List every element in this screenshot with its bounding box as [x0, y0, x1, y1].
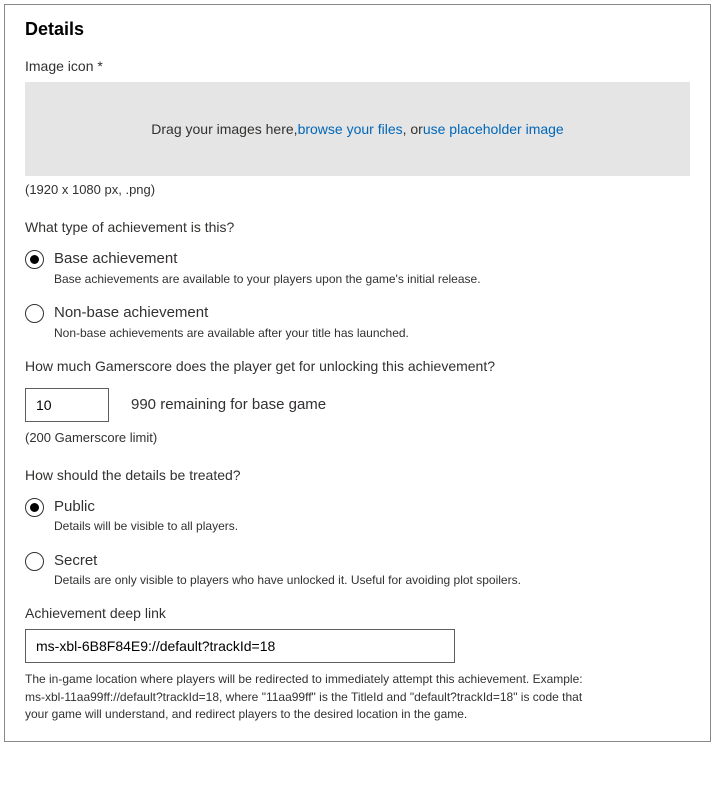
- image-dropzone[interactable]: Drag your images here, browse your files…: [25, 82, 690, 176]
- gamerscore-input[interactable]: [25, 388, 109, 422]
- dropzone-text-middle: , or: [403, 121, 423, 137]
- image-size-hint: (1920 x 1080 px, .png): [25, 182, 690, 197]
- radio-nonbase-desc: Non-base achievements are available afte…: [54, 325, 574, 342]
- radio-base-achievement-row: Base achievement Base achievements are a…: [25, 249, 690, 287]
- image-icon-label: Image icon *: [25, 58, 690, 74]
- deeplink-input[interactable]: [25, 629, 455, 663]
- details-panel: Details Image icon * Drag your images he…: [4, 4, 711, 742]
- radio-public-desc: Details will be visible to all players.: [54, 518, 574, 535]
- radio-secret-row: Secret Details are only visible to playe…: [25, 551, 690, 589]
- radio-base-desc: Base achievements are available to your …: [54, 271, 574, 288]
- browse-files-link[interactable]: browse your files: [298, 121, 403, 137]
- radio-public-row: Public Details will be visible to all pl…: [25, 497, 690, 535]
- radio-public-content: Public Details will be visible to all pl…: [54, 497, 690, 535]
- deeplink-description: The in-game location where players will …: [25, 671, 585, 723]
- gamerscore-remaining: 990 remaining for base game: [131, 396, 326, 413]
- radio-public[interactable]: [25, 498, 44, 517]
- gamerscore-limit: (200 Gamerscore limit): [25, 430, 690, 445]
- visibility-question: How should the details be treated?: [25, 467, 690, 483]
- radio-base-achievement[interactable]: [25, 250, 44, 269]
- gamerscore-row: 990 remaining for base game: [25, 388, 690, 422]
- radio-secret[interactable]: [25, 552, 44, 571]
- dropzone-text-prefix: Drag your images here,: [151, 121, 297, 137]
- radio-base-label: Base achievement: [54, 249, 690, 269]
- deeplink-label: Achievement deep link: [25, 605, 690, 621]
- radio-secret-desc: Details are only visible to players who …: [54, 572, 574, 589]
- panel-title: Details: [25, 19, 690, 40]
- radio-base-content: Base achievement Base achievements are a…: [54, 249, 690, 287]
- radio-public-label: Public: [54, 497, 690, 517]
- radio-secret-label: Secret: [54, 551, 690, 571]
- achievement-type-question: What type of achievement is this?: [25, 219, 690, 235]
- radio-nonbase-content: Non-base achievement Non-base achievemen…: [54, 303, 690, 341]
- visibility-group: Public Details will be visible to all pl…: [25, 497, 690, 590]
- radio-secret-content: Secret Details are only visible to playe…: [54, 551, 690, 589]
- achievement-type-group: Base achievement Base achievements are a…: [25, 249, 690, 342]
- gamerscore-question: How much Gamerscore does the player get …: [25, 358, 690, 374]
- placeholder-image-link[interactable]: use placeholder image: [423, 121, 564, 137]
- radio-nonbase-achievement-row: Non-base achievement Non-base achievemen…: [25, 303, 690, 341]
- radio-nonbase-achievement[interactable]: [25, 304, 44, 323]
- radio-nonbase-label: Non-base achievement: [54, 303, 690, 323]
